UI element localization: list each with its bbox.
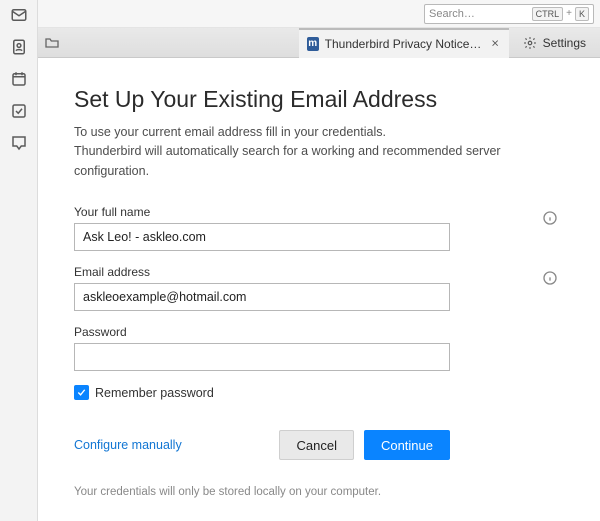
fullname-input[interactable] <box>74 223 450 251</box>
activity-bar <box>0 0 38 521</box>
page-title: Set Up Your Existing Email Address <box>74 86 564 113</box>
search-placeholder: Search… <box>429 8 529 20</box>
cancel-button[interactable]: Cancel <box>279 430 353 460</box>
action-row: Configure manually Cancel Continue <box>74 430 450 460</box>
info-icon[interactable] <box>542 270 558 286</box>
checkbox-checked-icon[interactable] <box>74 385 89 400</box>
fullname-label: Your full name <box>74 205 564 219</box>
global-search[interactable]: Search… CTRL + K <box>424 4 594 24</box>
tab-label: Thunderbird Privacy Notice — Moz <box>325 37 485 51</box>
footer-note: Your credentials will only be stored loc… <box>74 486 564 498</box>
tab-label: Settings <box>543 36 586 50</box>
field-fullname: Your full name <box>74 205 564 251</box>
info-icon[interactable] <box>542 210 558 226</box>
password-input[interactable] <box>74 343 450 371</box>
address-book-icon[interactable] <box>10 38 28 56</box>
chat-icon[interactable] <box>10 134 28 152</box>
configure-manually-link[interactable]: Configure manually <box>74 438 182 452</box>
kbd-k: K <box>575 7 589 21</box>
email-input[interactable] <box>74 283 450 311</box>
mail-icon[interactable] <box>10 6 28 24</box>
calendar-icon[interactable] <box>10 70 28 88</box>
field-password: Password <box>74 325 564 371</box>
tab-settings[interactable]: Settings <box>515 28 594 58</box>
remember-password-row[interactable]: Remember password <box>74 385 564 400</box>
remember-password-label: Remember password <box>95 386 214 400</box>
intro-text: To use your current email address fill i… <box>74 123 564 181</box>
tasks-icon[interactable] <box>10 102 28 120</box>
password-label: Password <box>74 325 564 339</box>
favicon-icon: m <box>307 37 319 51</box>
kbd-plus: + <box>566 8 572 19</box>
mailbox-tab-icon[interactable] <box>44 35 60 51</box>
tab-bar: m Thunderbird Privacy Notice — Moz Setti… <box>38 28 600 58</box>
tab-privacy-notice[interactable]: m Thunderbird Privacy Notice — Moz <box>299 28 509 58</box>
field-email: Email address <box>74 265 564 311</box>
continue-button[interactable]: Continue <box>364 430 450 460</box>
gear-icon <box>523 36 537 50</box>
kbd-ctrl: CTRL <box>532 7 564 21</box>
top-toolbar: Search… CTRL + K <box>38 0 600 28</box>
account-setup-panel: Set Up Your Existing Email Address To us… <box>38 58 600 521</box>
email-label: Email address <box>74 265 564 279</box>
close-icon[interactable] <box>490 38 500 50</box>
